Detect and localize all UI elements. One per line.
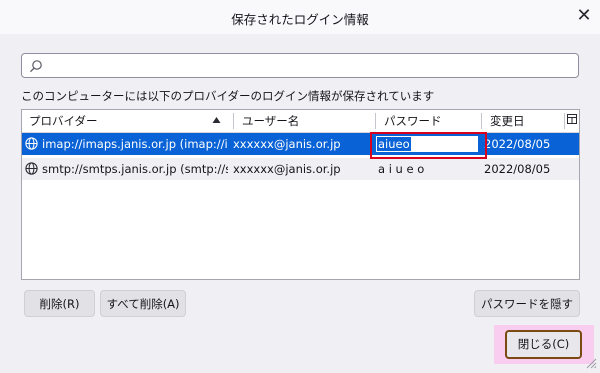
column-divider[interactable]: [564, 113, 565, 129]
sort-ascending-icon: [212, 117, 221, 123]
changed-date-cell: 2022/08/05: [484, 162, 551, 176]
dialog-title: 保存されたログイン情報: [231, 12, 369, 27]
column-header-provider[interactable]: プロバイダー: [29, 110, 98, 132]
search-input[interactable]: [21, 53, 579, 78]
username-cell: xxxxxx@janis.or.jp: [233, 162, 341, 176]
delete-button[interactable]: 削除(R): [24, 290, 95, 317]
column-header-username[interactable]: ユーザー名: [242, 110, 299, 132]
changed-date-cell: 2022/08/05: [484, 137, 551, 151]
password-cell: a i u e o: [378, 162, 425, 176]
column-picker-icon[interactable]: [567, 114, 577, 124]
column-divider[interactable]: [233, 113, 234, 129]
column-divider[interactable]: [481, 113, 482, 129]
column-header-changed[interactable]: 変更日: [490, 110, 525, 132]
title-bar: 保存されたログイン情報 ✕: [0, 0, 600, 34]
provider-cell: smtp://smtps.janis.or.jp (smtp://smt...: [42, 162, 228, 176]
table-header: プロバイダー ユーザー名 パスワード 変更日: [22, 110, 579, 133]
column-header-password[interactable]: パスワード: [384, 110, 442, 132]
table-row[interactable]: smtp://smtps.janis.or.jp (smtp://smt... …: [22, 158, 579, 180]
hide-passwords-button[interactable]: パスワードを隠す(P): [474, 290, 580, 338]
table-row[interactable]: imap://imaps.janis.or.jp (imap://ima... …: [22, 133, 579, 155]
logins-table: プロバイダー ユーザー名 パスワード 変更日 imap://imaps.jani…: [21, 109, 580, 280]
globe-icon: [25, 137, 38, 150]
close-button[interactable]: 閉じる(C): [505, 330, 582, 359]
close-icon[interactable]: ✕: [572, 3, 596, 29]
highlight-annotation-box: [370, 132, 487, 159]
delete-all-button[interactable]: すべて削除(A): [100, 290, 186, 317]
column-divider[interactable]: [375, 113, 376, 129]
username-cell: xxxxxx@janis.or.jp: [233, 137, 341, 151]
globe-icon: [25, 162, 38, 175]
resize-grip-icon[interactable]: [586, 358, 597, 369]
search-icon: [30, 60, 42, 73]
provider-cell: imap://imaps.janis.or.jp (imap://ima...: [42, 137, 228, 151]
description-text: このコンピューターには以下のプロバイダーのログイン情報が保存されています: [21, 89, 435, 103]
